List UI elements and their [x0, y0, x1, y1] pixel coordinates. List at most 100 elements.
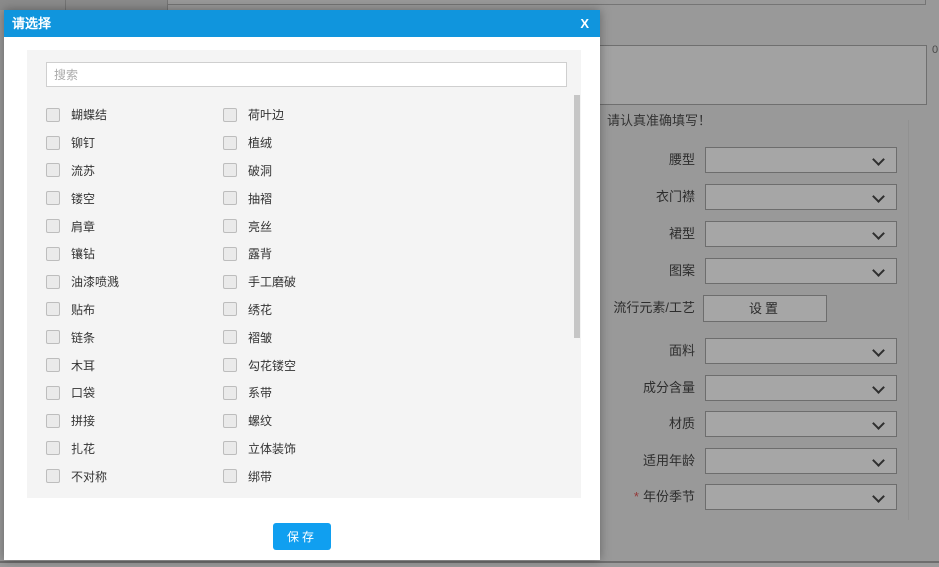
scrollbar-thumb[interactable] — [574, 95, 580, 338]
option-row: 贴布 绣花 — [46, 296, 561, 324]
option-item: 流苏 — [46, 162, 223, 179]
option-item: 不对称 — [46, 468, 223, 485]
option-label: 露背 — [248, 247, 273, 262]
option-item: 贴布 — [46, 301, 223, 318]
option-checkbox[interactable] — [46, 385, 60, 400]
chevron-down-icon — [872, 227, 885, 240]
form-select-8[interactable] — [705, 448, 897, 474]
dialog-title: 请选择 — [12, 16, 52, 31]
option-row: 肩章 亮丝 — [46, 212, 561, 240]
option-label: 不对称 — [71, 469, 108, 484]
chevron-down-icon — [872, 344, 885, 357]
option-item: 铆钉 — [46, 134, 223, 151]
chevron-down-icon — [872, 153, 885, 166]
option-checkbox[interactable] — [223, 413, 237, 428]
required-asterisk: * — [633, 489, 639, 504]
option-checkbox[interactable] — [46, 302, 60, 317]
option-label: 螺纹 — [248, 414, 273, 429]
option-checkbox[interactable] — [46, 358, 60, 373]
option-item: 勾花镂空 — [223, 357, 561, 374]
option-label: 扎花 — [71, 441, 96, 456]
option-checkbox[interactable] — [46, 163, 60, 178]
option-item: 肩章 — [46, 218, 223, 235]
option-checkbox[interactable] — [46, 107, 60, 122]
option-checkbox[interactable] — [223, 191, 237, 206]
save-button[interactable]: 保存 — [273, 523, 331, 550]
option-label: 手工磨破 — [248, 275, 297, 290]
search-input[interactable] — [46, 62, 567, 87]
option-checkbox[interactable] — [223, 358, 237, 373]
option-checkbox[interactable] — [46, 135, 60, 150]
form-select-5[interactable] — [705, 338, 897, 364]
option-label: 亮丝 — [248, 219, 273, 234]
option-item: 破洞 — [223, 162, 561, 179]
form-select-0[interactable] — [705, 147, 897, 173]
option-label: 铆钉 — [71, 136, 96, 151]
form-select-2[interactable] — [705, 221, 897, 247]
background-tab-divider — [65, 0, 66, 10]
option-label: 绣花 — [248, 302, 273, 317]
option-item: 螺纹 — [223, 412, 561, 429]
option-label: 系带 — [248, 386, 273, 401]
option-label: 植绒 — [248, 136, 273, 151]
char-counter: 0 — [932, 44, 939, 56]
option-label: 口袋 — [71, 386, 96, 401]
option-label: 木耳 — [71, 358, 96, 373]
option-item: 露背 — [223, 245, 561, 262]
option-checkbox[interactable] — [223, 469, 237, 484]
option-label: 绑带 — [248, 469, 273, 484]
background-tab-strip — [0, 0, 167, 10]
option-checkbox[interactable] — [223, 274, 237, 289]
form-select-6[interactable] — [705, 375, 897, 401]
form-label: 材质 — [668, 416, 695, 431]
option-checkbox[interactable] — [223, 163, 237, 178]
option-checkbox[interactable] — [223, 135, 237, 150]
option-checkbox[interactable] — [223, 107, 237, 122]
page-bottom-band — [0, 563, 939, 567]
select-dialog: 请选择 X 蝴蝶结 荷叶边铆钉 植绒流苏 破洞镂空 抽褶肩章 亮丝镶钻 露背油漆喷溅 手工磨破… — [4, 10, 600, 560]
form-select-3[interactable] — [705, 258, 897, 284]
option-checkbox[interactable] — [46, 413, 60, 428]
option-checkbox[interactable] — [46, 330, 60, 345]
option-checkbox[interactable] — [46, 219, 60, 234]
chevron-down-icon — [872, 490, 885, 503]
form-label: 适用年龄 — [642, 453, 695, 468]
option-checkbox[interactable] — [223, 330, 237, 345]
option-label: 镶钻 — [71, 247, 96, 262]
chevron-down-icon — [872, 454, 885, 467]
form-select-7[interactable] — [705, 411, 897, 437]
close-icon[interactable]: X — [580, 10, 589, 37]
option-label: 油漆喷溅 — [71, 275, 120, 290]
option-label: 流苏 — [71, 163, 96, 178]
option-checkbox[interactable] — [46, 469, 60, 484]
option-row: 不对称 绑带 — [46, 462, 561, 490]
option-item: 植绒 — [223, 134, 561, 151]
option-checkbox[interactable] — [46, 441, 60, 456]
option-checkbox[interactable] — [223, 219, 237, 234]
option-label: 破洞 — [248, 163, 273, 178]
option-checkbox[interactable] — [223, 246, 237, 261]
option-item: 绣花 — [223, 301, 561, 318]
option-checkbox[interactable] — [223, 385, 237, 400]
page: 0 ，请认真准确填写！ 腰型 衣门襟 裙型 图案 流行元素/工艺 设置 面料 成分含量 材质 适用… — [0, 0, 939, 567]
option-item: 蝴蝶结 — [46, 106, 223, 123]
option-item: 抽褶 — [223, 190, 561, 207]
option-row: 拼接 螺纹 — [46, 407, 561, 435]
background-border — [167, 4, 925, 5]
background-border — [925, 0, 926, 5]
chevron-down-icon — [872, 381, 885, 394]
options-list: 蝴蝶结 荷叶边 铆钉 植绒 流苏 破洞 镂空 抽褶 肩章 亮丝 镶钻 露背 油漆喷溅 手工磨破 贴布 绣花 链条… — [46, 101, 561, 490]
chevron-down-icon — [872, 190, 885, 203]
form-label: 裙型 — [668, 226, 695, 241]
option-checkbox[interactable] — [223, 441, 237, 456]
option-item: 绑带 — [223, 468, 561, 485]
option-checkbox[interactable] — [46, 274, 60, 289]
option-checkbox[interactable] — [223, 302, 237, 317]
form-select-1[interactable] — [705, 184, 897, 210]
option-checkbox[interactable] — [46, 191, 60, 206]
option-row: 蝴蝶结 荷叶边 — [46, 101, 561, 129]
form-select-9[interactable] — [705, 484, 897, 510]
option-item: 扎花 — [46, 440, 223, 457]
settings-button[interactable]: 设置 — [703, 295, 827, 322]
option-checkbox[interactable] — [46, 246, 60, 261]
